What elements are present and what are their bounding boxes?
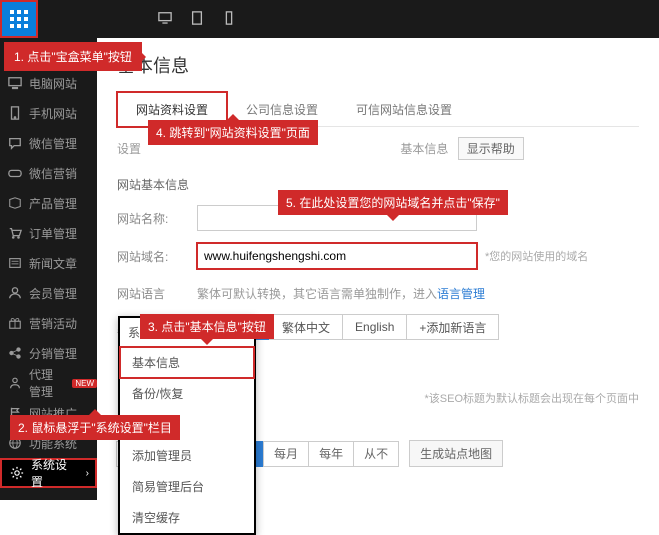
news-icon: [8, 256, 22, 270]
freq-button[interactable]: 从不: [353, 441, 399, 467]
sidebar-item-gamepad[interactable]: 微信营销: [0, 158, 97, 188]
lang-button[interactable]: English: [342, 314, 407, 340]
callout-1: 1. 点击"宝盒菜单"按钮: [4, 42, 142, 71]
sidebar-item-chat[interactable]: 微信管理: [0, 128, 97, 158]
sidebar-item-label: 系统设置: [31, 456, 79, 490]
gamepad-icon: [8, 166, 22, 180]
sidebar-item-label: 订单管理: [29, 225, 77, 242]
page-title: 基本信息: [117, 52, 639, 78]
user-icon: [8, 286, 22, 300]
sidebar-item-cart[interactable]: 订单管理: [0, 218, 97, 248]
sidebar-item-box[interactable]: 产品管理: [0, 188, 97, 218]
sidebar-item-label: 营销活动: [29, 315, 77, 332]
desktop-icon[interactable]: [158, 11, 172, 28]
grid-icon: [10, 10, 28, 28]
chevron-right-icon: ›: [86, 468, 89, 479]
gear-icon: [10, 466, 24, 480]
freq-button[interactable]: 每月: [263, 441, 309, 467]
share-icon: [8, 346, 22, 360]
sidebar-item-user[interactable]: 会员管理: [0, 278, 97, 308]
popup-item[interactable]: 备份/恢复: [120, 378, 254, 409]
freq-button[interactable]: 每年: [308, 441, 354, 467]
callout-5: 5. 在此处设置您的网站域名并点击"保存": [278, 190, 508, 215]
lang-note: 繁体可默认转换，其它语言需单独制作，进入语言管理: [197, 285, 485, 302]
lang-manage-link[interactable]: 语言管理: [437, 287, 485, 301]
tab[interactable]: 可信网站信息设置: [337, 92, 471, 127]
agent-icon: [8, 376, 22, 390]
sidebar-item-share[interactable]: 分销管理: [0, 338, 97, 368]
sidebar-item-label: 代理管理: [29, 366, 63, 400]
callout-3: 3. 点击"基本信息"按钮: [140, 314, 274, 339]
sidebar-item-label: 产品管理: [29, 195, 77, 212]
callout-2: 2. 鼠标悬浮于"系统设置"栏目: [10, 415, 180, 440]
box-icon: [8, 196, 22, 210]
sidebar-item-agent[interactable]: 代理管理 NEW: [0, 368, 97, 398]
mobile-icon[interactable]: [222, 11, 236, 28]
site-domain-label: 网站域名:: [117, 248, 197, 265]
cart-icon: [8, 226, 22, 240]
popup-item[interactable]: 清空缓存: [120, 502, 254, 533]
lang-button[interactable]: 繁体中文: [269, 314, 343, 340]
sidebar-item-label: 新闻文章: [29, 255, 77, 272]
top-bar: [0, 0, 659, 38]
sidebar-item-news[interactable]: 新闻文章: [0, 248, 97, 278]
sidebar-item-label: 分销管理: [29, 345, 77, 362]
sidebar-item-gear[interactable]: 系统设置 ›: [0, 458, 97, 488]
sidebar-item-label: 微信管理: [29, 135, 77, 152]
tablet-icon[interactable]: [190, 11, 204, 28]
sidebar-item-label: 会员管理: [29, 285, 77, 302]
generate-sitemap-button[interactable]: 生成站点地图: [409, 440, 503, 467]
site-name-label: 网站名称:: [117, 210, 197, 227]
seo-note: *该SEO标题为默认标题会出现在每个页面中: [424, 390, 639, 406]
mobile-icon: [8, 106, 22, 120]
sidebar-item-label: 电脑网站: [29, 75, 77, 92]
sidebar-item-label: 微信营销: [29, 165, 77, 182]
gift-icon: [8, 316, 22, 330]
monitor-icon: [8, 76, 22, 90]
sidebar-item-gift[interactable]: 营销活动: [0, 308, 97, 338]
lang-button[interactable]: +添加新语言: [406, 314, 499, 340]
chat-icon: [8, 136, 22, 150]
site-lang-label: 网站语言: [117, 285, 197, 302]
popup-item[interactable]: 基本信息: [120, 347, 254, 378]
site-domain-input[interactable]: [197, 243, 477, 269]
device-switcher: [158, 11, 236, 28]
sidebar-item-monitor[interactable]: 电脑网站: [0, 68, 97, 98]
popup-item[interactable]: 简易管理后台: [120, 471, 254, 502]
callout-4: 4. 跳转到"网站资料设置"页面: [148, 120, 318, 145]
sidebar-item-label: 手机网站: [29, 105, 77, 122]
app-grid-button[interactable]: [0, 0, 38, 38]
domain-note: *您的网站使用的域名: [485, 248, 588, 264]
popup-item[interactable]: 添加管理员: [120, 440, 254, 471]
show-help-button[interactable]: 显示帮助: [458, 137, 524, 160]
sidebar-item-mobile[interactable]: 手机网站: [0, 98, 97, 128]
new-badge: NEW: [72, 379, 97, 388]
